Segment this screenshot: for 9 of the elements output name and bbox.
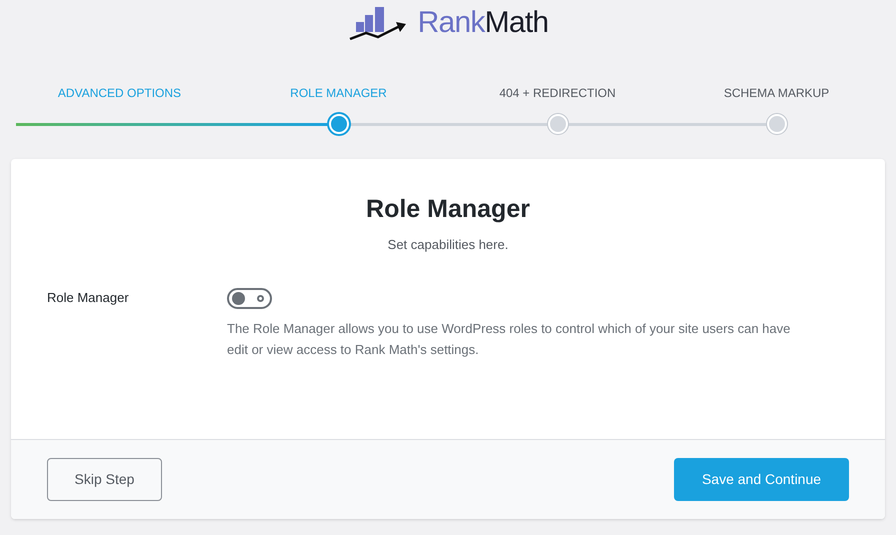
logo-text: RankMath	[418, 4, 548, 40]
card-title: Role Manager	[365, 194, 531, 225]
step-label[interactable]: SCHEMA MARKUP	[724, 84, 830, 102]
setting-description: The Role Manager allows you to use WordPress roles to control which of your site users can have edit or view access to Rank Math's settings.	[227, 320, 792, 359]
skip-step-button[interactable]: Skip Step	[47, 458, 162, 501]
setting-label: Role Manager	[47, 289, 130, 307]
toggle-switch[interactable]	[227, 288, 272, 309]
card-subtitle: Set capabilities here.	[386, 236, 510, 254]
step-label[interactable]: 404 + REDIRECTION	[499, 84, 616, 102]
